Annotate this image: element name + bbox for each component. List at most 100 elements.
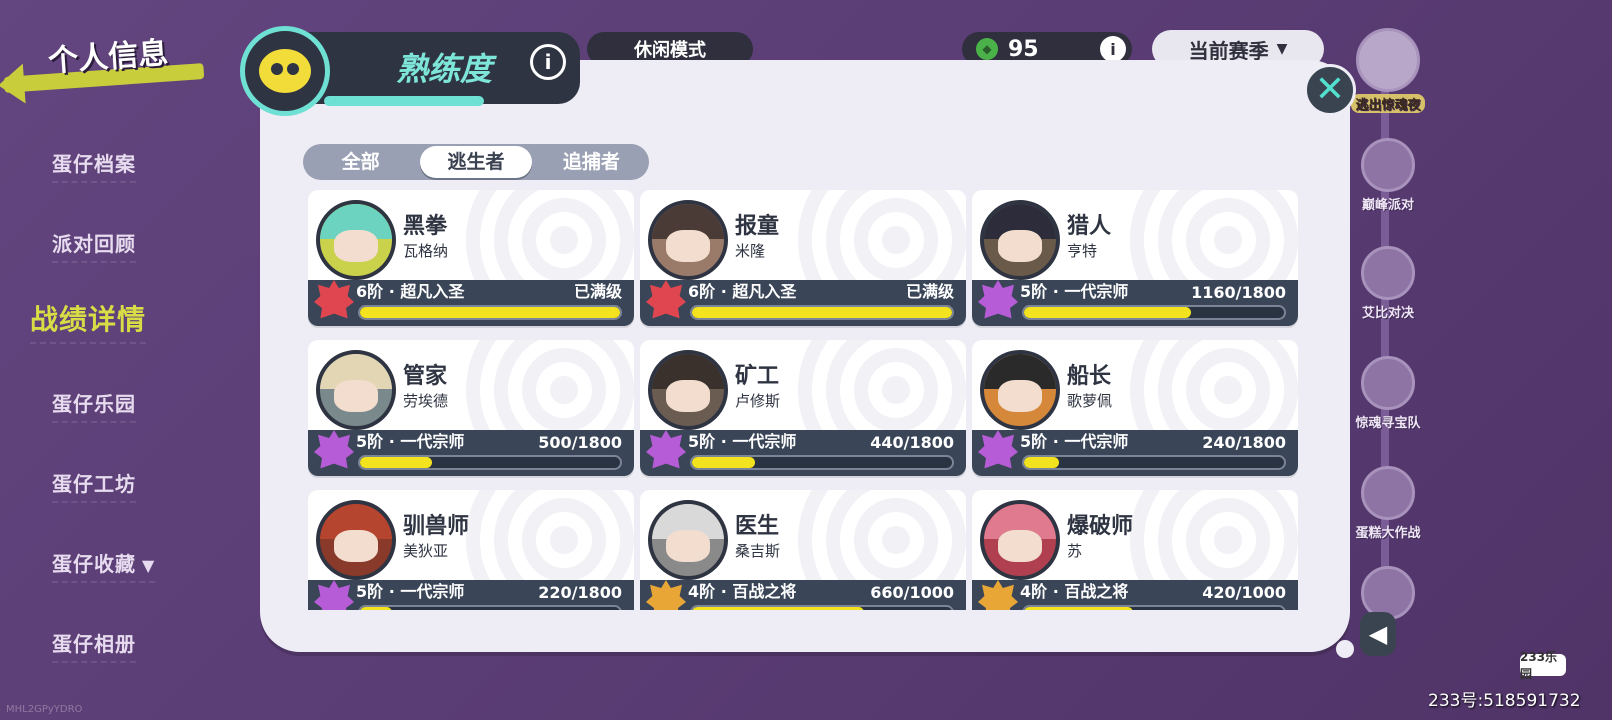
character-card[interactable]: 猎人 亨特 5阶 · 一代宗师 1160/1800	[972, 190, 1298, 326]
event-icon	[1361, 466, 1415, 520]
progress-text: 500/1800	[538, 433, 622, 452]
header-accent	[324, 96, 484, 106]
event-label: 逃出惊魂夜	[1351, 94, 1425, 113]
card-footer: 5阶 · 一代宗师 240/1800	[972, 430, 1298, 476]
progress-fill	[1024, 457, 1059, 468]
event-strip: 逃出惊魂夜 巅峰派对 艾比对决 惊魂寻宝队 蛋糕大作战	[1338, 28, 1438, 620]
progress-bar	[690, 605, 954, 610]
side-item-park[interactable]: 蛋仔乐园	[52, 388, 136, 423]
character-card[interactable]: 矿工 卢修斯 5阶 · 一代宗师 440/1800	[640, 340, 966, 476]
character-card[interactable]: 管家劳埃德 5阶 · 一代宗师 500/1800	[308, 340, 634, 476]
card-footer: 5阶 · 一代宗师 1160/1800	[972, 280, 1298, 326]
event-label: 巅峰派对	[1361, 198, 1414, 213]
character-name: 船长	[1067, 364, 1112, 389]
panel-title: 熟练度	[396, 50, 493, 88]
card-footer: 5阶 · 一代宗师 440/1800	[640, 430, 966, 476]
event-item[interactable]: 艾比对决	[1338, 246, 1438, 321]
progress-text: 420/1000	[1202, 583, 1286, 602]
side-item-stats[interactable]: 战绩详情	[30, 298, 147, 344]
progress-text: 220/1800	[538, 583, 622, 602]
info-icon[interactable]: i	[530, 44, 566, 80]
card-footer: 6阶 · 超凡入圣 已满级	[308, 280, 634, 326]
character-avatar	[980, 350, 1060, 430]
card-footer: 6阶 · 超凡入圣 已满级	[640, 280, 966, 326]
character-avatar	[980, 500, 1060, 580]
character-card[interactable]: 黑拳 瓦格纳 6阶 · 超凡入圣 已满级	[308, 190, 634, 326]
progress-text: 240/1800	[1202, 433, 1286, 452]
side-item-album[interactable]: 蛋仔相册	[52, 628, 136, 663]
side-item-collection[interactable]: 蛋仔收藏 ▼	[52, 548, 156, 583]
event-item[interactable]: 蛋糕大作战	[1338, 466, 1438, 541]
character-card[interactable]: 船长歌萝佩 5阶 · 一代宗师 240/1800	[972, 340, 1298, 476]
tab-hunter[interactable]: 追捕者	[536, 146, 647, 178]
chevron-down-icon: ▼	[142, 556, 156, 575]
side-item-profile[interactable]: 蛋仔档案	[52, 148, 136, 183]
watermark: MHL2GPyYDRO	[6, 704, 83, 715]
character-avatar	[316, 200, 396, 280]
progress-text: 660/1000	[870, 583, 954, 602]
tab-all[interactable]: 全部	[305, 146, 416, 178]
proficiency-emblem-icon	[240, 26, 330, 116]
progress-bar	[1022, 305, 1286, 320]
info-icon[interactable]: i	[1100, 36, 1126, 62]
tab-survivor[interactable]: 逃生者	[420, 146, 532, 178]
progress-bar	[690, 305, 954, 320]
character-name: 爆破师	[1067, 514, 1134, 539]
progress-bar	[1022, 455, 1286, 470]
side-item-workshop[interactable]: 蛋仔工坊	[52, 468, 136, 503]
side-item-label: 蛋仔收藏	[52, 552, 136, 576]
progress-fill	[360, 607, 392, 610]
character-name: 猎人	[1067, 214, 1112, 239]
character-player: 苏	[1067, 542, 1083, 560]
side-item-label: 蛋仔相册	[52, 632, 136, 656]
rank-badge-icon	[646, 280, 686, 319]
rank-text: 5阶 · 一代宗师	[356, 582, 465, 601]
side-item-label: 蛋仔档案	[52, 152, 136, 176]
progress-fill	[360, 307, 620, 318]
rank-text: 5阶 · 一代宗师	[356, 432, 465, 451]
character-player: 劳埃德	[403, 392, 449, 410]
progress-bar	[358, 455, 622, 470]
rank-badge-icon	[314, 580, 354, 610]
page-title: 个人信息	[47, 35, 170, 80]
character-name: 黑拳	[403, 214, 448, 239]
character-name: 医生	[735, 514, 780, 539]
character-player: 桑吉斯	[735, 542, 781, 560]
card-footer: 4阶 · 百战之将 420/1000	[972, 580, 1298, 610]
user-id-text: 233号:518591732	[1428, 691, 1581, 711]
panel-tail	[1336, 640, 1354, 658]
side-item-label: 蛋仔工坊	[52, 472, 136, 496]
event-item[interactable]: 惊魂寻宝队	[1338, 356, 1438, 431]
rank-text: 5阶 · 一代宗师	[688, 432, 797, 451]
event-icon	[1356, 28, 1420, 92]
panel-header: 熟练度 i	[240, 26, 590, 120]
card-footer: 5阶 · 一代宗师 500/1800	[308, 430, 634, 476]
back-button[interactable]: 个人信息	[0, 22, 210, 93]
rank-text: 4阶 · 百战之将	[688, 582, 797, 601]
event-icon	[1361, 138, 1415, 192]
character-name: 管家	[403, 364, 448, 389]
character-name: 驯兽师	[403, 514, 470, 539]
event-item[interactable]: 巅峰派对	[1338, 138, 1438, 213]
rank-badge-icon	[314, 280, 354, 319]
progress-text: 已满级	[573, 282, 622, 301]
close-button[interactable]: ✕	[1304, 64, 1356, 116]
character-card[interactable]: 医生桑吉斯 4阶 · 百战之将 660/1000	[640, 490, 966, 610]
side-item-review[interactable]: 派对回顾	[52, 228, 136, 263]
character-card[interactable]: 驯兽师 美狄亚 5阶 · 一代宗师 220/1800	[308, 490, 634, 610]
character-avatar	[316, 500, 396, 580]
progress-fill	[692, 607, 864, 610]
collapse-button[interactable]: ◀	[1360, 612, 1396, 656]
progress-fill	[692, 307, 952, 318]
character-name: 报童	[735, 214, 780, 239]
rank-text: 5阶 · 一代宗师	[1020, 282, 1129, 301]
character-card[interactable]: 爆破师苏 4阶 · 百战之将 420/1000	[972, 490, 1298, 610]
character-player: 歌萝佩	[1067, 392, 1113, 410]
side-item-label: 派对回顾	[52, 232, 136, 256]
character-card[interactable]: 报童 米隆 6阶 · 超凡入圣 已满级	[640, 190, 966, 326]
role-tabs: 全部 逃生者 追捕者	[303, 144, 649, 180]
platform-badge: 233乐园	[1520, 650, 1566, 681]
event-label: 惊魂寻宝队	[1355, 416, 1421, 431]
progress-text: 440/1800	[870, 433, 954, 452]
event-icon	[1361, 356, 1415, 410]
